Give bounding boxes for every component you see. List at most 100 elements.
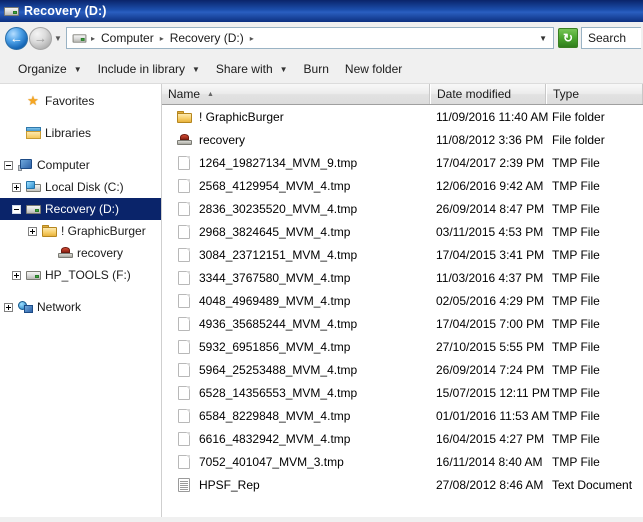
cell-type: TMP File <box>552 155 600 170</box>
chevron-down-icon: ▼ <box>73 64 82 74</box>
document-icon <box>178 178 190 193</box>
cell-date-modified: 12/06/2016 9:42 AM <box>436 178 544 193</box>
cell-name: 6616_4832942_MVM_4.tmp <box>162 431 430 446</box>
document-icon <box>178 385 190 400</box>
cell-name: recovery <box>162 133 430 147</box>
address-dropdown-icon[interactable]: ▼ <box>539 34 550 43</box>
file-name-label: 3084_23712151_MVM_4.tmp <box>199 247 358 262</box>
file-name-label: 3344_3767580_MVM_4.tmp <box>199 270 351 285</box>
file-name-label: 6616_4832942_MVM_4.tmp <box>199 431 351 446</box>
sidebar-item-recovery-d[interactable]: Recovery (D:) <box>0 198 161 220</box>
table-row[interactable]: 4048_4969489_MVM_4.tmp 02/05/2016 4:29 PM… <box>162 289 643 312</box>
column-header-date-modified[interactable]: Date modified <box>430 84 546 104</box>
cell-type: TMP File <box>552 431 600 446</box>
sidebar-item-graphicburger[interactable]: ! GraphicBurger <box>0 220 161 242</box>
column-header-name[interactable]: Name ▲ <box>162 84 430 104</box>
cell-type: TMP File <box>552 454 600 469</box>
table-row[interactable]: 2968_3824645_MVM_4.tmp 03/11/2015 4:53 PM… <box>162 220 643 243</box>
cell-date-modified: 27/10/2015 5:55 PM <box>436 339 545 354</box>
table-row[interactable]: 2568_4129954_MVM_4.tmp 12/06/2016 9:42 AM… <box>162 174 643 197</box>
table-row[interactable]: 4936_35685244_MVM_4.tmp 17/04/2015 7:00 P… <box>162 312 643 335</box>
toolbar-burn-button[interactable]: Burn <box>296 58 337 80</box>
chevron-down-icon: ▼ <box>279 64 288 74</box>
table-row[interactable]: HPSF_Rep 27/08/2012 8:46 AM Text Document <box>162 473 643 496</box>
table-row[interactable]: 3344_3767580_MVM_4.tmp 11/03/2016 4:37 PM… <box>162 266 643 289</box>
file-name-label: 4048_4969489_MVM_4.tmp <box>199 293 351 308</box>
toolbar-share-with-button[interactable]: Share with ▼ <box>208 58 296 80</box>
sidebar-item-network[interactable]: Network <box>0 296 161 318</box>
file-icon-wrap <box>176 362 192 377</box>
history-dropdown-button[interactable]: ▼ <box>52 28 64 48</box>
table-row[interactable]: 6616_4832942_MVM_4.tmp 16/04/2015 4:27 PM… <box>162 427 643 450</box>
file-name-label: 5964_25253488_MVM_4.tmp <box>199 362 358 377</box>
table-row[interactable]: 1264_19827134_MVM_9.tmp 17/04/2017 2:39 P… <box>162 151 643 174</box>
toolbar-burn-label: Burn <box>303 62 329 76</box>
file-list-pane: Name ▲ Date modified Type ! GraphicBurge… <box>162 84 643 517</box>
file-name-label: ! GraphicBurger <box>199 109 284 124</box>
sidebar-item-libraries[interactable]: Libraries <box>0 122 161 144</box>
sidebar-item-hp-tools-f[interactable]: HP_TOOLS (F:) <box>0 264 161 286</box>
sidebar-item-recovery[interactable]: recovery <box>0 242 161 264</box>
breadcrumb[interactable]: ▸ Computer ▸ Recovery (D:) ▸ ▼ <box>66 27 554 49</box>
navigation-pane: ★ Favorites Libraries Computer Local Disk (C… <box>0 84 162 517</box>
refresh-icon: ↻ <box>562 31 574 45</box>
sidebar-item-label: Favorites <box>45 94 95 108</box>
cell-name: 6528_14356553_MVM_4.tmp <box>162 385 430 400</box>
table-row[interactable]: 5964_25253488_MVM_4.tmp 26/09/2014 7:24 P… <box>162 358 643 381</box>
computer-icon <box>17 159 33 171</box>
cell-date-modified: 11/03/2016 4:37 PM <box>436 270 544 285</box>
back-button[interactable]: ← <box>5 26 28 50</box>
toolbar-organize-label: Organize <box>18 62 67 76</box>
sidebar-item-local-disk-c[interactable]: Local Disk (C:) <box>0 176 161 198</box>
sidebar-item-favorites[interactable]: ★ Favorites <box>0 90 161 112</box>
document-icon <box>178 270 190 285</box>
chevron-down-icon: ▼ <box>54 33 62 43</box>
file-icon-wrap <box>176 178 192 193</box>
toolbar-organize-button[interactable]: Organize ▼ <box>10 58 90 80</box>
forward-button[interactable]: → <box>29 26 52 50</box>
table-row[interactable]: 6584_8229848_MVM_4.tmp 01/01/2016 11:53 A… <box>162 404 643 427</box>
expand-plus-icon[interactable] <box>8 270 24 280</box>
table-row[interactable]: recovery 11/08/2012 3:36 PM File folder <box>162 128 643 151</box>
document-icon <box>178 339 190 354</box>
cell-date-modified: 11/09/2016 11:40 AM <box>436 109 549 124</box>
cell-name: 5964_25253488_MVM_4.tmp <box>162 362 430 377</box>
toolbar-include-in-library-button[interactable]: Include in library ▼ <box>90 58 208 80</box>
sidebar-item-computer[interactable]: Computer <box>0 154 161 176</box>
search-input[interactable]: Search <box>581 27 641 49</box>
breadcrumb-separator-0[interactable]: ▸ <box>87 34 99 43</box>
table-row[interactable]: 6528_14356553_MVM_4.tmp 15/07/2015 12:11 … <box>162 381 643 404</box>
table-row[interactable]: 3084_23712151_MVM_4.tmp 17/04/2015 3:41 P… <box>162 243 643 266</box>
document-icon <box>178 362 190 377</box>
refresh-button[interactable]: ↻ <box>558 28 578 48</box>
file-icon-wrap <box>176 385 192 400</box>
cell-type: TMP File <box>552 178 600 193</box>
collapse-minus-icon[interactable] <box>0 160 16 170</box>
table-row[interactable]: 5932_6951856_MVM_4.tmp 27/10/2015 5:55 PM… <box>162 335 643 358</box>
expand-plus-icon[interactable] <box>8 182 24 192</box>
column-header-type[interactable]: Type <box>546 84 643 104</box>
breadcrumb-separator-1[interactable]: ▸ <box>156 34 168 43</box>
expand-plus-icon[interactable] <box>24 226 40 236</box>
table-row[interactable]: 2836_30235520_MVM_4.tmp 26/09/2014 8:47 P… <box>162 197 643 220</box>
breadcrumb-drive-icon <box>72 33 87 43</box>
toolbar-new-folder-label: New folder <box>344 62 403 76</box>
breadcrumb-item-computer[interactable]: Computer <box>99 30 156 46</box>
sort-ascending-icon: ▲ <box>207 90 214 98</box>
forward-arrow-icon: → <box>34 30 47 46</box>
breadcrumb-item-recovery[interactable]: Recovery (D:) <box>168 30 246 46</box>
table-row[interactable]: ! GraphicBurger 11/09/2016 11:40 AM File f… <box>162 105 643 128</box>
sidebar-item-label: Libraries <box>45 126 92 140</box>
toolbar-new-folder-button[interactable]: New folder <box>337 58 410 80</box>
cell-date-modified: 16/04/2015 4:27 PM <box>436 431 545 446</box>
collapse-minus-icon[interactable] <box>8 204 24 214</box>
cell-date-modified: 26/09/2014 8:47 PM <box>436 201 545 216</box>
expand-plus-icon[interactable] <box>0 302 16 312</box>
cell-type: TMP File <box>552 362 600 377</box>
document-icon <box>178 224 190 239</box>
table-row[interactable]: 7052_401047_MVM_3.tmp 16/11/2014 8:40 AM T… <box>162 450 643 473</box>
breadcrumb-separator-2[interactable]: ▸ <box>246 34 258 43</box>
file-name-label: HPSF_Rep <box>199 477 260 492</box>
cell-date-modified: 01/01/2016 11:53 AM <box>436 408 550 423</box>
cell-type: Text Document <box>552 477 633 492</box>
